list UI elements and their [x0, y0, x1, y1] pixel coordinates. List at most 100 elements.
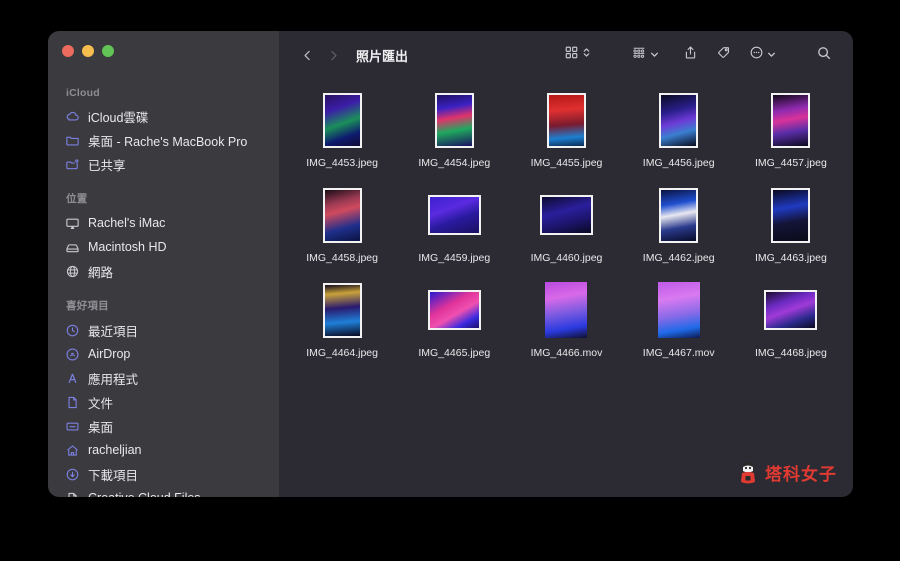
file-item[interactable]: IMG_4463.jpeg	[735, 184, 847, 279]
sidebar-item-label: 應用程式	[88, 372, 139, 387]
file-thumbnail	[659, 92, 699, 148]
file-item[interactable]: IMG_4459.jpeg	[398, 184, 510, 279]
sidebar-item-creative-cloud-files[interactable]: Creative Cloud Files	[48, 486, 279, 497]
file-thumbnail	[322, 187, 362, 243]
sidebar-item-label: racheljian	[88, 443, 142, 457]
more-actions-icon	[749, 45, 764, 65]
sidebar-item-macintosh-hd[interactable]: Macintosh HD	[48, 235, 279, 259]
file-item[interactable]: IMG_4457.jpeg	[735, 89, 847, 184]
sidebar-item-desktop-macbook[interactable]: 桌面 - Rache's MacBook Pro	[48, 128, 279, 152]
share-button[interactable]	[678, 41, 703, 69]
sidebar-item-documents[interactable]: 文件	[48, 390, 279, 414]
file-item[interactable]: IMG_4454.jpeg	[398, 89, 510, 184]
forward-button[interactable]	[320, 42, 346, 68]
sidebar-item-label: Rachel's iMac	[88, 216, 166, 230]
file-thumbnail-container	[659, 184, 699, 246]
file-name-label: IMG_4457.jpeg	[754, 157, 827, 169]
file-item[interactable]: IMG_4465.jpeg	[398, 279, 510, 374]
file-item[interactable]: IMG_4467.mov	[623, 279, 735, 374]
file-name-label: IMG_4468.jpeg	[754, 347, 827, 359]
file-thumbnail-container	[771, 184, 811, 246]
mascot-icon	[741, 461, 755, 484]
file-item[interactable]: IMG_4468.jpeg	[735, 279, 847, 374]
file-thumbnail	[539, 195, 593, 235]
sidebar-item-recents[interactable]: 最近項目	[48, 318, 279, 342]
more-actions-button[interactable]	[744, 41, 781, 69]
content-area: 照片匯出 IMG_4453.jpeg IMG_4454.jpeg IMG_445…	[280, 31, 853, 497]
watermark: 塔科女子	[736, 459, 837, 485]
sidebar-section-icloud-title: iCloud	[66, 87, 100, 99]
sidebar-item-label: iCloud雲碟	[88, 110, 149, 125]
sidebar-item-label: Macintosh HD	[88, 240, 167, 254]
file-thumbnail-container	[539, 184, 593, 246]
watermark-text: 塔科女子	[765, 464, 837, 484]
desktop-icon	[64, 418, 80, 434]
file-thumbnail-container	[764, 279, 818, 341]
file-thumbnail	[764, 290, 818, 330]
toolbar: 照片匯出	[280, 31, 853, 79]
file-thumbnail	[434, 92, 474, 148]
imac-icon	[64, 215, 80, 231]
sidebar-item-rachels-imac[interactable]: Rachel's iMac	[48, 211, 279, 235]
group-by-button[interactable]	[626, 41, 664, 69]
sidebar-item-label: 最近項目	[88, 324, 139, 339]
close-window-button[interactable]	[62, 45, 74, 57]
sidebar: iCloud iCloud雲碟 桌面 - Rache's MacBook Pro	[48, 31, 280, 497]
file-thumbnail-container	[545, 279, 588, 341]
file-name-label: IMG_4467.mov	[642, 347, 715, 359]
file-thumbnail-container	[427, 279, 481, 341]
sidebar-item-label: 已共享	[88, 158, 126, 173]
sidebar-item-downloads[interactable]: 下載項目	[48, 462, 279, 486]
file-thumbnail	[545, 282, 588, 338]
file-item[interactable]: IMG_4458.jpeg	[286, 184, 398, 279]
view-mode-button[interactable]	[559, 41, 596, 69]
sidebar-item-desktop[interactable]: 桌面	[48, 414, 279, 438]
home-icon	[64, 442, 80, 458]
file-item[interactable]: IMG_4455.jpeg	[510, 89, 622, 184]
file-item[interactable]: IMG_4456.jpeg	[623, 89, 735, 184]
file-item[interactable]: IMG_4466.mov	[510, 279, 622, 374]
chevron-down-icon	[767, 46, 776, 64]
tag-button[interactable]	[711, 41, 736, 69]
file-thumbnail-container	[427, 184, 481, 246]
sidebar-item-label: 下載項目	[88, 468, 139, 483]
file-item[interactable]: IMG_4460.jpeg	[510, 184, 622, 279]
sidebar-item-icloud-drive[interactable]: iCloud雲碟	[48, 104, 279, 128]
clock-icon	[64, 322, 80, 338]
minimize-window-button[interactable]	[82, 45, 94, 57]
sidebar-section-favorites-title: 喜好項目	[66, 300, 109, 312]
file-name-label: IMG_4465.jpeg	[418, 347, 491, 359]
file-name-label: IMG_4460.jpeg	[530, 252, 603, 264]
file-item[interactable]: IMG_4464.jpeg	[286, 279, 398, 374]
network-globe-icon	[64, 263, 80, 279]
file-item[interactable]: IMG_4462.jpeg	[623, 184, 735, 279]
group-by-icon	[631, 45, 647, 65]
sidebar-item-shared[interactable]: 已共享	[48, 152, 279, 176]
search-icon	[816, 45, 832, 66]
maximize-window-button[interactable]	[102, 45, 114, 57]
traffic-light-buttons	[62, 45, 114, 57]
file-thumbnail	[657, 282, 700, 338]
file-thumbnail-container	[659, 89, 699, 151]
search-button[interactable]	[811, 41, 837, 69]
back-button[interactable]	[294, 42, 320, 68]
creative-cloud-file-icon	[64, 490, 80, 497]
file-thumbnail-container	[322, 89, 362, 151]
file-thumbnail-container	[771, 89, 811, 151]
icloud-drive-icon	[64, 108, 80, 124]
shared-folder-icon	[64, 156, 80, 172]
folder-icon	[64, 132, 80, 148]
sidebar-item-airdrop[interactable]: AirDrop	[48, 342, 279, 366]
finder-window: iCloud iCloud雲碟 桌面 - Rache's MacBook Pro	[48, 31, 853, 497]
sidebar-item-applications[interactable]: 應用程式	[48, 366, 279, 390]
file-item[interactable]: IMG_4453.jpeg	[286, 89, 398, 184]
sidebar-item-label: AirDrop	[88, 347, 131, 361]
harddisk-icon	[64, 239, 80, 255]
file-thumbnail	[322, 282, 362, 338]
downloads-icon	[64, 466, 80, 482]
page-title: 照片匯出	[356, 48, 409, 64]
sidebar-item-home[interactable]: racheljian	[48, 438, 279, 462]
airdrop-icon	[64, 346, 80, 362]
file-thumbnail	[322, 92, 362, 148]
sidebar-item-network[interactable]: 網路	[48, 259, 279, 283]
